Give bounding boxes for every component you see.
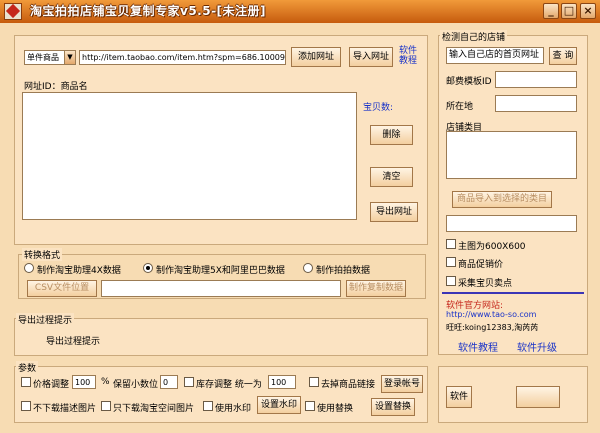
radio-taobao4x[interactable] (24, 263, 34, 273)
add-url-button[interactable]: 添加网址 (291, 47, 341, 67)
site-url-link[interactable]: http://www.tao-so.com (446, 310, 536, 319)
make-copy-button[interactable]: 制作复制数据 (346, 280, 406, 297)
maximize-icon[interactable]: □ (561, 3, 577, 19)
import-category-button[interactable]: 商品导入到选择的类目 (452, 191, 552, 208)
replace-checkbox[interactable] (305, 401, 315, 411)
category-list[interactable] (446, 131, 577, 179)
only-space-images-label: 只下载淘宝空间图片 (113, 404, 195, 414)
close-icon[interactable]: × (580, 3, 596, 19)
import-url-button[interactable]: 导入网址 (349, 47, 393, 67)
radio-taobao5x-label: 制作淘宝助理5X和阿里巴巴数据 (156, 266, 285, 276)
set-replace-button[interactable]: 设置替换 (371, 398, 415, 416)
start-button[interactable] (516, 386, 560, 408)
price-input[interactable]: 100 (72, 375, 96, 389)
url-input[interactable]: http://item.taobao.com/item.htm?spm=686.… (79, 50, 286, 65)
decimal-label: 保留小数位 (113, 380, 159, 390)
convert-title: 转换格式 (22, 248, 63, 261)
params-title: 参数 (16, 361, 39, 374)
csv-path-input[interactable] (101, 280, 341, 297)
radio-taobao5x[interactable] (143, 263, 153, 273)
postage-input[interactable] (495, 71, 577, 88)
url-list[interactable] (22, 92, 357, 220)
stock-input[interactable]: 100 (268, 375, 296, 389)
export-hint-message: 导出过程提示 (46, 337, 101, 347)
software-button[interactable]: 软件 (446, 386, 472, 408)
price-adjust-checkbox[interactable] (21, 377, 31, 387)
delete-button[interactable]: 删除 (370, 125, 413, 145)
source-type-value: 单件商品 (27, 53, 59, 62)
main-image-checkbox[interactable] (446, 239, 456, 249)
csv-location-button[interactable]: CSV文件位置 (27, 280, 97, 297)
wangwang-text: 旺旺:koing12383,淘芮芮 (446, 323, 539, 332)
percent-label: % (101, 377, 110, 387)
location-input[interactable] (495, 95, 577, 112)
remove-links-checkbox[interactable] (309, 377, 319, 387)
set-watermark-button[interactable]: 设置水印 (257, 396, 301, 414)
export-url-button[interactable]: 导出网址 (370, 202, 418, 222)
radio-paipai[interactable] (303, 263, 313, 273)
promo-price-label: 商品促销价 (458, 260, 504, 270)
only-space-images-checkbox[interactable] (101, 401, 111, 411)
app-icon[interactable] (4, 3, 22, 20)
decimal-input[interactable]: 0 (160, 375, 178, 389)
price-adjust-label: 价格调整 (33, 380, 70, 390)
remove-links-label: 去掉商品链接 (321, 380, 376, 390)
tutorial-link[interactable]: 软件教程 (397, 46, 419, 66)
collect-selling-label: 采集宝贝卖点 (458, 279, 513, 289)
clear-button[interactable]: 清空 (370, 167, 413, 187)
category-value-input[interactable] (446, 215, 577, 232)
promo-price-checkbox[interactable] (446, 257, 456, 267)
no-desc-images-checkbox[interactable] (21, 401, 31, 411)
location-label: 所在地 (446, 102, 474, 112)
list-header: 网址ID：商品名 (22, 79, 90, 92)
stock-label: 库存调整 统一为 (196, 380, 262, 390)
stock-checkbox[interactable] (184, 377, 194, 387)
postage-label: 邮费模板ID (446, 77, 492, 87)
no-desc-images-label: 不下载描述图片 (33, 404, 97, 414)
query-button[interactable]: 查 询 (549, 47, 577, 65)
watermark-label: 使用水印 (215, 404, 252, 414)
item-count-label: 宝贝数: (363, 103, 394, 113)
shop-url-input[interactable]: 输入自己店的首页网址 (446, 47, 544, 64)
chevron-down-icon[interactable]: ▼ (64, 51, 75, 64)
main-image-label: 主图为600X600 (458, 242, 526, 252)
upgrade-link[interactable]: 软件升级 (517, 339, 557, 354)
shop-title: 检测自己的店铺 (440, 30, 508, 43)
collect-selling-checkbox[interactable] (446, 276, 456, 286)
export-hint-title: 导出过程提示 (16, 313, 75, 326)
minimize-icon[interactable]: _ (543, 3, 559, 19)
divider (442, 292, 584, 294)
window-title: 淘宝拍拍店铺宝贝复制专家v5.5-[未注册] (30, 4, 267, 18)
login-button[interactable]: 登录帐号 (381, 375, 423, 393)
tutorial-link-bottom[interactable]: 软件教程 (458, 339, 498, 354)
radio-taobao4x-label: 制作淘宝助理4X数据 (37, 266, 121, 276)
replace-label: 使用替换 (317, 404, 354, 414)
watermark-checkbox[interactable] (203, 401, 213, 411)
radio-paipai-label: 制作拍拍数据 (316, 266, 371, 276)
